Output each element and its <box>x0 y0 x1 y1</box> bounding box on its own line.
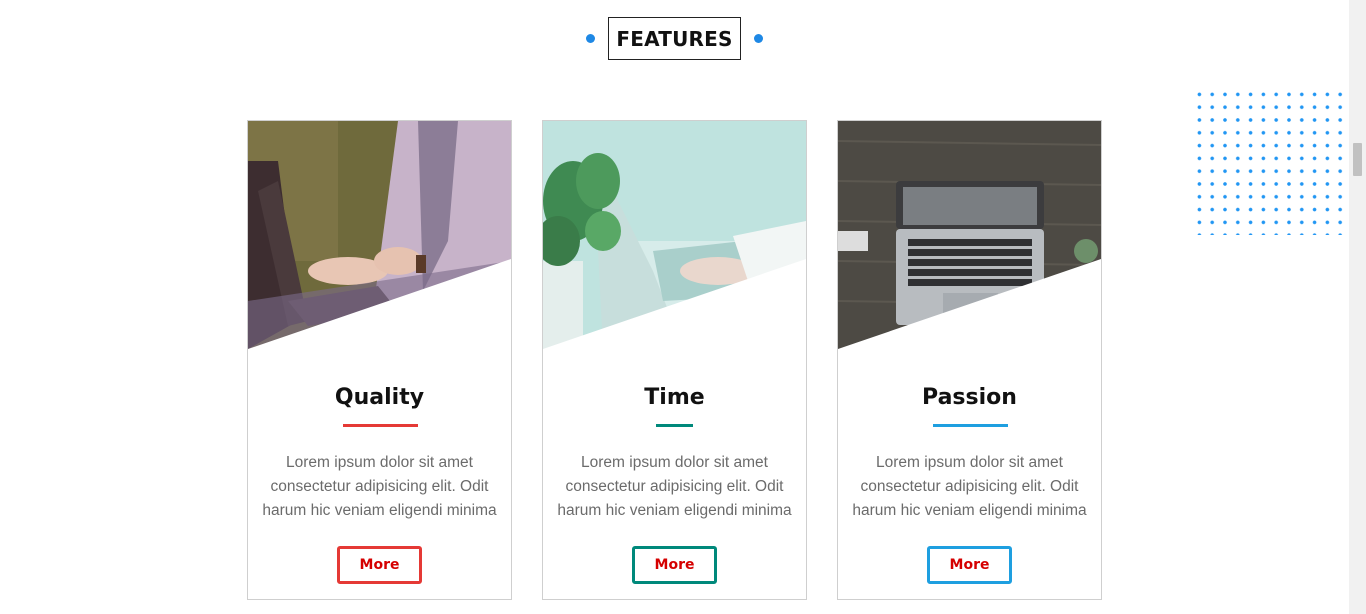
heading-dot-left <box>586 34 595 43</box>
card-image-plant-laptop <box>543 121 806 349</box>
dot-pattern-decoration <box>1193 88 1349 235</box>
title-underline <box>656 424 693 427</box>
more-button[interactable]: More <box>337 546 422 584</box>
feature-card-time: Time Lorem ipsum dolor sit amet consecte… <box>542 120 807 600</box>
card-image-desk-laptop <box>838 121 1101 349</box>
features-page: FEATURES Quality Lorem ipsum dolor sit a… <box>0 0 1349 614</box>
title-underline <box>933 424 1008 427</box>
vertical-scrollbar[interactable] <box>1349 0 1366 614</box>
card-image-woman-laptop <box>248 121 511 349</box>
card-title: Time <box>644 385 705 410</box>
more-button[interactable]: More <box>632 546 717 584</box>
card-title: Quality <box>334 385 425 410</box>
features-heading: FEATURES <box>0 17 1349 60</box>
feature-card-passion: Passion Lorem ipsum dolor sit amet conse… <box>837 120 1102 600</box>
feature-card-quality: Quality Lorem ipsum dolor sit amet conse… <box>247 120 512 600</box>
card-description: Lorem ipsum dolor sit amet consectetur a… <box>262 454 497 519</box>
scrollbar-thumb[interactable] <box>1353 143 1362 176</box>
card-title: Passion <box>922 385 1017 410</box>
more-button[interactable]: More <box>927 546 1012 584</box>
card-description: Lorem ipsum dolor sit amet consectetur a… <box>557 454 792 519</box>
card-description: Lorem ipsum dolor sit amet consectetur a… <box>852 454 1087 519</box>
heading-dot-right <box>754 34 763 43</box>
title-underline <box>343 424 418 427</box>
section-title: FEATURES <box>608 17 741 60</box>
